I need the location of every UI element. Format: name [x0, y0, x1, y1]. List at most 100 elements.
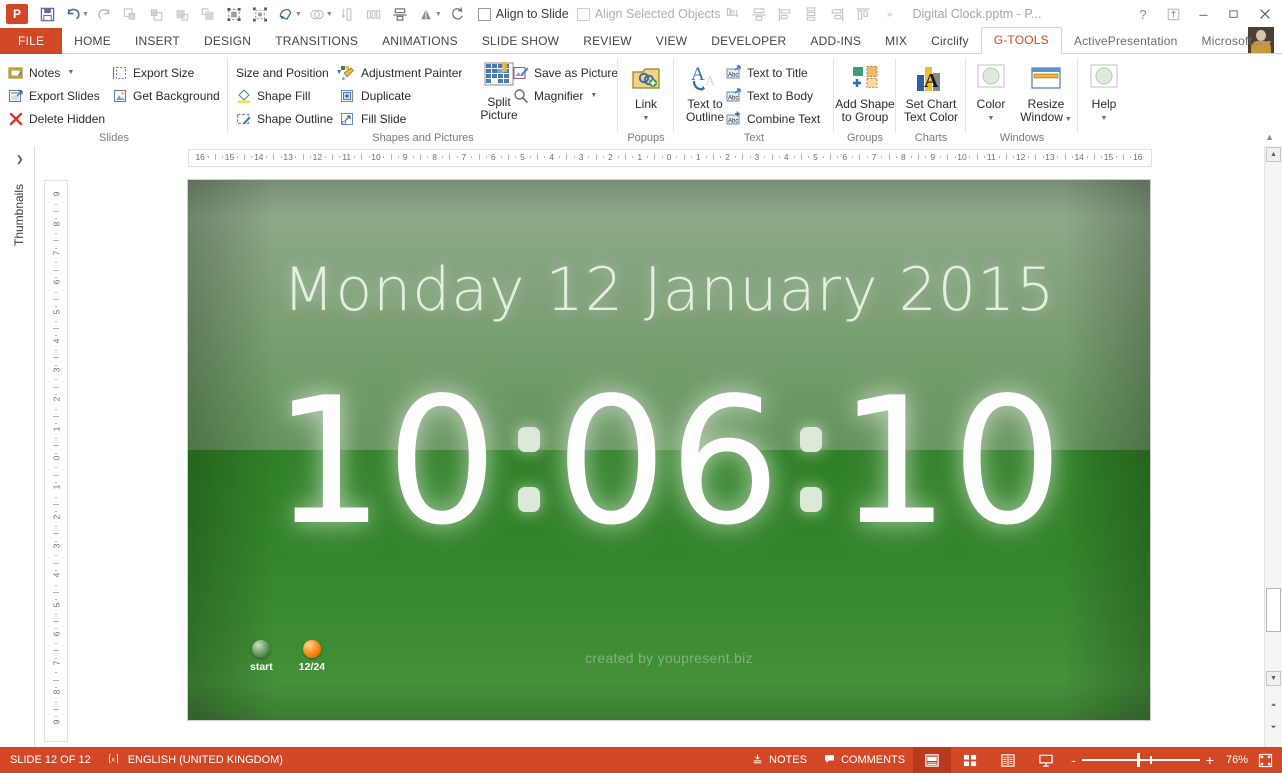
ribbon-group-slides: Notes ▼ Export Slides Delete Hidden Expo… [0, 54, 228, 146]
zoom-level[interactable]: 76% [1220, 747, 1254, 773]
tab-file[interactable]: FILE [0, 28, 63, 54]
ruler-dot [55, 584, 57, 586]
language-indicator[interactable]: x ENGLISH (UNITED KINGDOM) [99, 747, 291, 773]
chevron-right-icon[interactable]: ❯ [16, 154, 24, 165]
duplicate-button[interactable]: Duplicate [340, 84, 462, 107]
magnifier-button[interactable]: Magnifier ▼ [513, 84, 618, 107]
shape-outline-button[interactable]: Shape Outline [236, 107, 343, 130]
tab-microsoft-account[interactable]: Microsoft... ▼ [1190, 29, 1282, 54]
ruler-tick-label: 7 [50, 660, 61, 666]
ungroup-icon[interactable] [247, 2, 273, 26]
rotate-icon[interactable] [444, 2, 470, 26]
previous-slide-button[interactable]: ⏶ [1266, 698, 1281, 713]
maximize-icon[interactable] [1218, 1, 1248, 27]
scrollbar-thumb[interactable] [1266, 588, 1281, 632]
tab-circlify[interactable]: Circlify [919, 29, 981, 54]
save-as-picture-button[interactable]: Save as Picture [513, 61, 618, 84]
help-button[interactable]: Help ▼ [1078, 63, 1130, 125]
fit-to-window-button[interactable] [1254, 747, 1282, 773]
group-icon[interactable] [221, 2, 247, 26]
rotate-dropdown-caret-icon[interactable]: ▼ [435, 11, 442, 18]
export-slides-button[interactable]: Export Slides [8, 84, 105, 107]
zoom-slider-handle[interactable] [1136, 753, 1140, 767]
resize-window-button[interactable]: Resize Window ▼ [1014, 63, 1078, 126]
zoom-in-button[interactable]: + [1200, 747, 1220, 773]
zoom-out-button[interactable]: - [1065, 747, 1082, 773]
tab-g-tools[interactable]: G-TOOLS [980, 27, 1062, 54]
ruler-tick: 2 [45, 512, 67, 522]
text-to-body-button[interactable]: Abc Text to Body [726, 84, 820, 107]
export-size-icon [112, 65, 128, 81]
get-background-button[interactable]: Get Background [112, 84, 220, 107]
size-and-position-button[interactable]: Size and Position ▼ [236, 61, 343, 84]
clock-mode-button[interactable]: 12/24 [299, 640, 325, 673]
tab-slide-show[interactable]: SLIDE SHOW [470, 29, 571, 54]
ruler-tick-label: 9 [50, 719, 61, 725]
ruler-tick: 10 [957, 152, 967, 162]
slide-canvas[interactable]: Monday 12 January 2015 10 06 10 created by… [188, 180, 1150, 720]
close-icon[interactable] [1248, 1, 1282, 27]
align-selected-objects-checkbox[interactable]: Align Selected Objects [576, 7, 720, 21]
tab-active-presentation[interactable]: ActivePresentation [1062, 29, 1190, 54]
notes-toggle[interactable]: NOTES [743, 747, 815, 773]
add-shape-to-group-button[interactable]: Add Shape to Group [834, 63, 896, 124]
undo-dropdown-caret-icon[interactable]: ▼ [82, 11, 89, 18]
scroll-up-button[interactable]: ▲ [1266, 147, 1281, 162]
tab-insert[interactable]: INSERT [123, 29, 192, 54]
tab-mix[interactable]: MIX [873, 29, 919, 54]
save-icon[interactable] [34, 2, 60, 26]
shape-fill-label: Shape Fill [257, 88, 311, 103]
tab-animations[interactable]: ANIMATIONS [370, 29, 470, 54]
color-button[interactable]: Color ▼ [966, 63, 1016, 125]
align-center-icon[interactable] [387, 2, 413, 26]
ruler-minor-tick [918, 154, 920, 160]
comments-toggle[interactable]: COMMENTS [815, 747, 913, 773]
slide-counter[interactable]: SLIDE 12 OF 12 [0, 747, 99, 773]
slide-sorter-button[interactable] [951, 747, 989, 773]
notes-button[interactable]: Notes ▼ [8, 61, 105, 84]
tab-developer[interactable]: DEVELOPER [699, 29, 798, 54]
clock-display[interactable]: 10 06 10 [188, 375, 1150, 550]
zoom-slider[interactable] [1081, 747, 1200, 773]
adjustment-painter-button[interactable]: Adjustment Painter [340, 61, 462, 84]
delete-hidden-button[interactable]: Delete Hidden [8, 107, 105, 130]
scroll-down-button[interactable]: ▼ [1266, 671, 1281, 686]
ruler-dot [1027, 156, 1029, 158]
ruler-dot [55, 232, 57, 234]
normal-view-button[interactable] [913, 747, 952, 773]
minimize-icon[interactable] [1188, 1, 1218, 27]
date-text[interactable]: Monday 12 January 2015 [188, 255, 1150, 325]
start-button[interactable]: start [250, 640, 273, 673]
link-button[interactable]: Link ▼ [618, 63, 674, 125]
next-slide-button[interactable]: ⏷ [1266, 720, 1281, 735]
align-to-slide-checkbox[interactable]: Align to Slide [477, 7, 569, 21]
ribbon-display-options-icon[interactable] [1158, 1, 1188, 27]
collapse-ribbon-icon[interactable]: ▲ [1265, 132, 1274, 142]
clock-hours: 10 [272, 361, 500, 564]
thumbnails-pane[interactable]: ❯ Thumbnails [0, 146, 35, 747]
link-icon [630, 63, 662, 95]
tab-transitions[interactable]: TRANSITIONS [263, 29, 370, 54]
reading-view-button[interactable] [989, 747, 1027, 773]
tab-design[interactable]: DESIGN [192, 29, 263, 54]
combine-text-button[interactable]: Abc Combine Text [726, 107, 820, 130]
tab-add-ins[interactable]: ADD-INS [798, 29, 873, 54]
shapes-dropdown-caret-icon[interactable]: ▼ [295, 11, 302, 18]
slide-show-button[interactable] [1027, 747, 1065, 773]
ruler-dot [55, 496, 57, 498]
fill-slide-button[interactable]: Fill Slide [340, 107, 462, 130]
align-to-slide-checkbox-box[interactable] [477, 7, 491, 21]
tab-view[interactable]: VIEW [644, 29, 699, 54]
qat-overflow-icon[interactable]: » [876, 2, 902, 26]
tab-home[interactable]: HOME [62, 29, 123, 54]
align-middle-icon [746, 2, 772, 26]
help-icon[interactable]: ? [1128, 1, 1158, 27]
align-selected-objects-checkbox-box[interactable] [576, 7, 590, 21]
text-to-title-button[interactable]: Abc Text to Title [726, 61, 820, 84]
shape-fill-button[interactable]: Shape Fill [236, 84, 343, 107]
tab-review[interactable]: REVIEW [571, 29, 644, 54]
vertical-scrollbar[interactable]: ▲ ▼ ⏶ ⏷ [1264, 146, 1282, 747]
ruler-tick-label: 3 [50, 543, 61, 549]
export-size-button[interactable]: Export Size [112, 61, 220, 84]
set-chart-text-color-button[interactable]: A Set Chart Text Color [896, 63, 966, 124]
